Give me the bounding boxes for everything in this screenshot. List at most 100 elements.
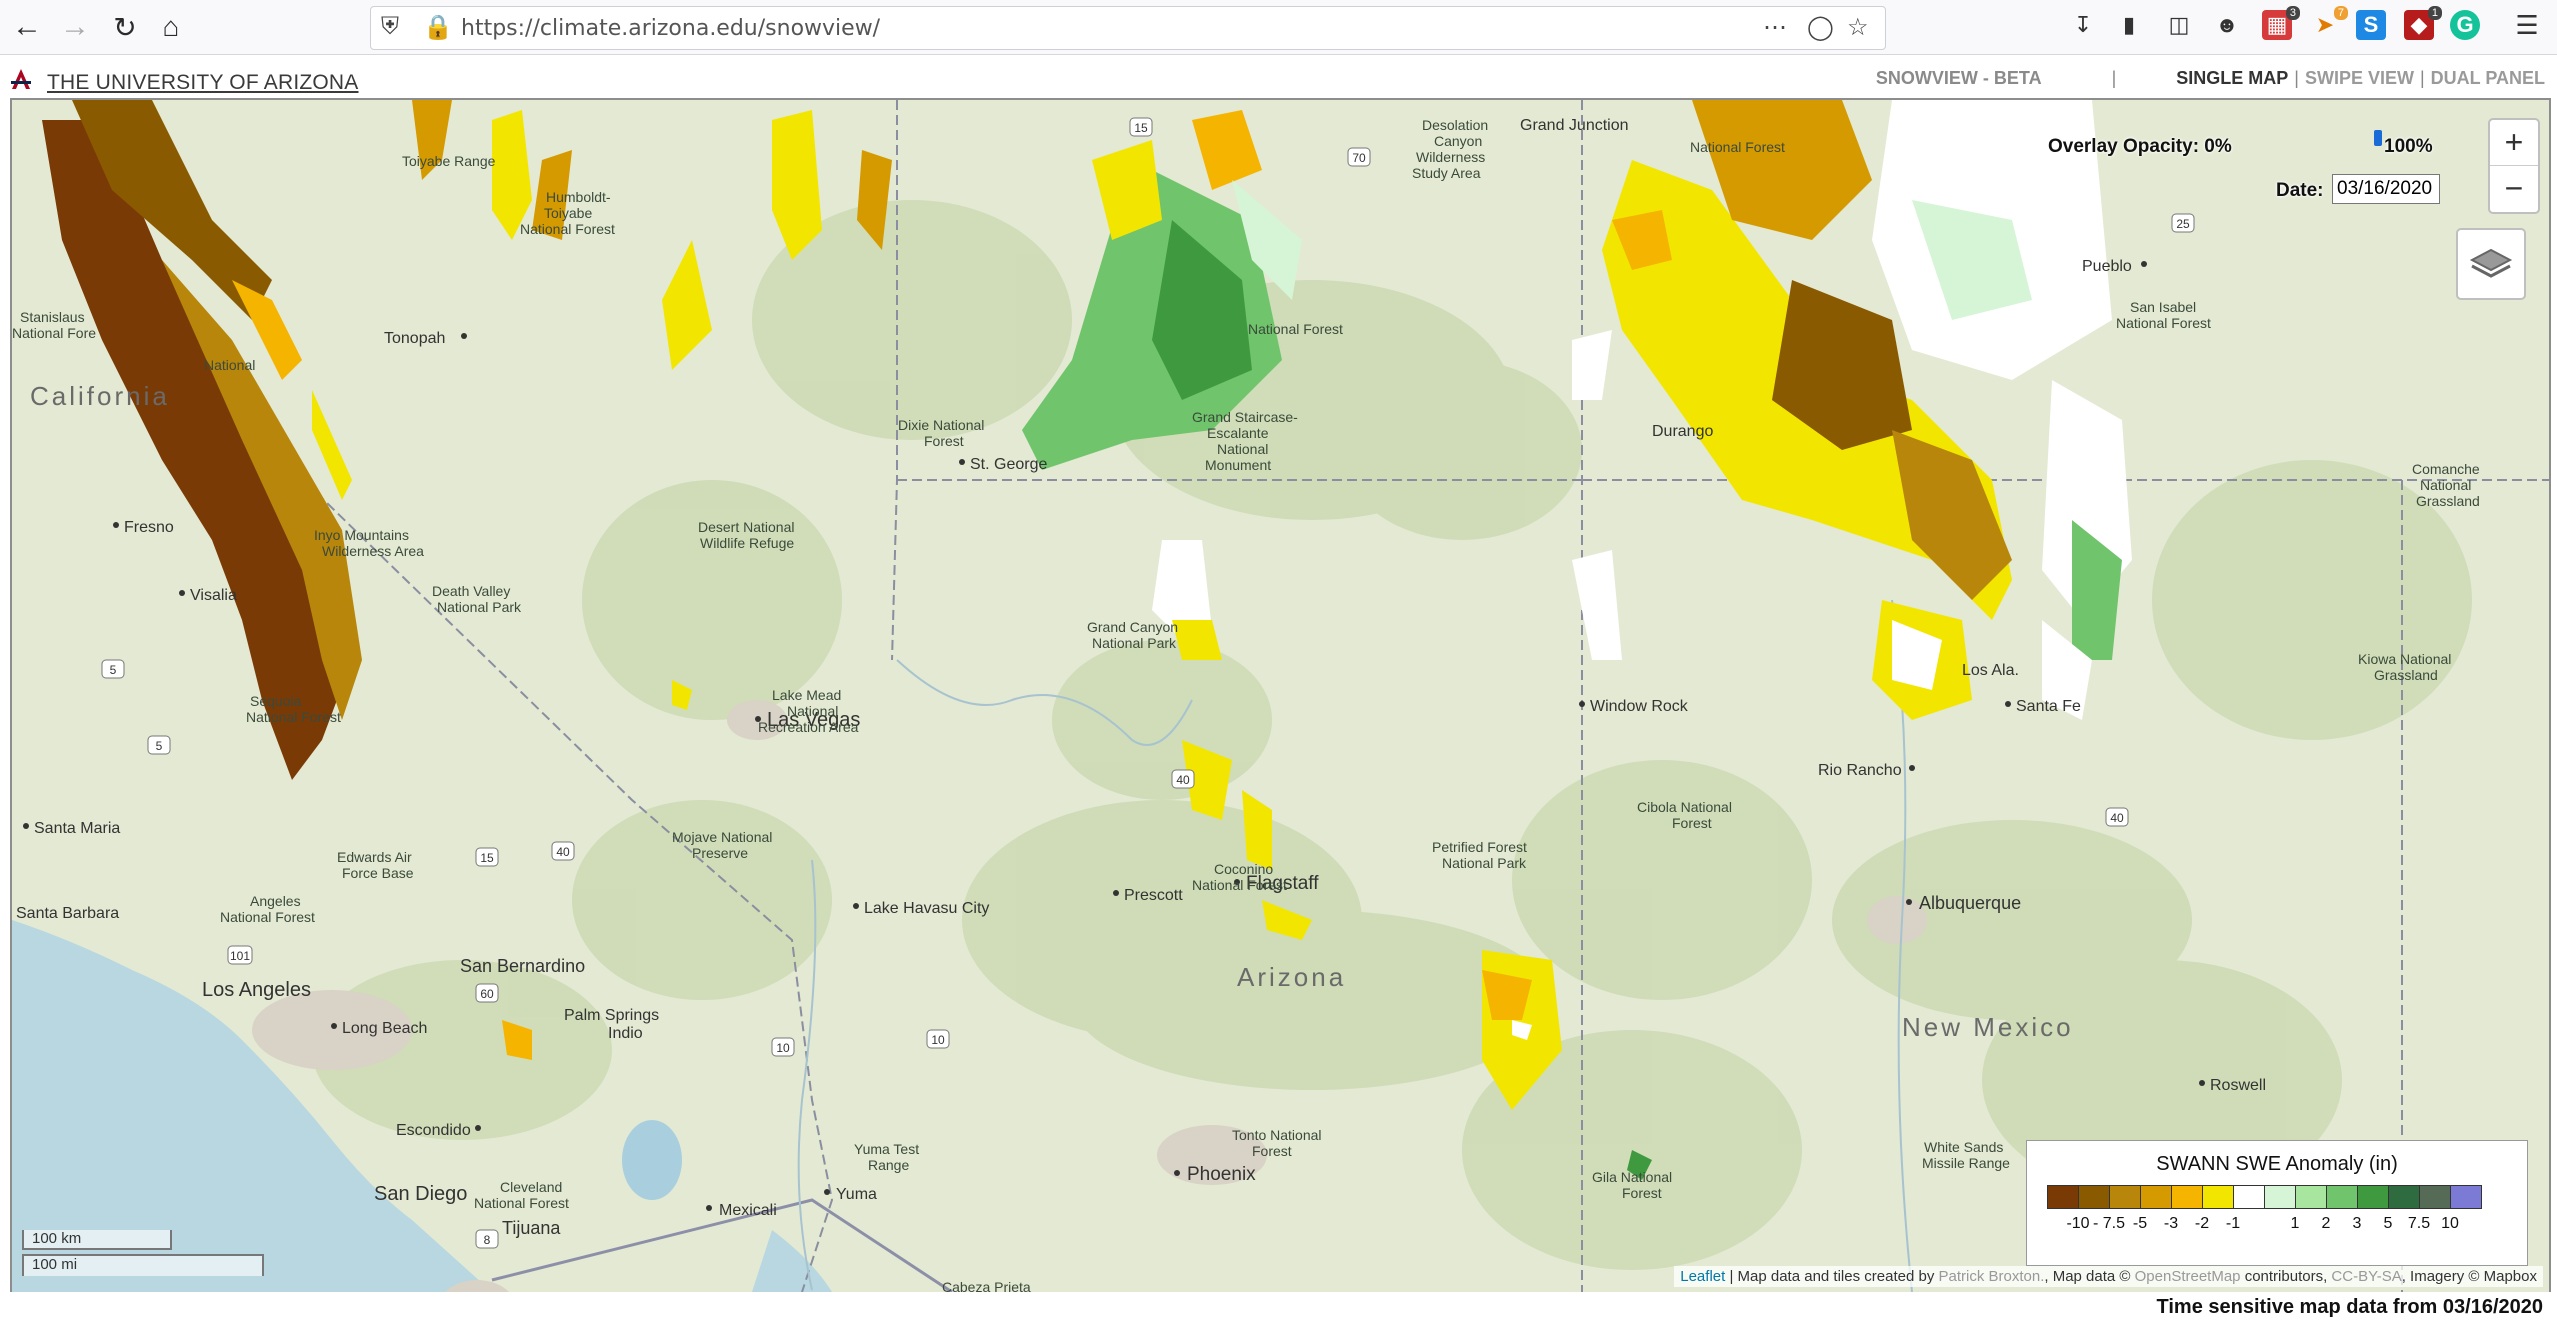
- city-pueblo: Pueblo: [2082, 258, 2132, 275]
- svg-text:National Forest: National Forest: [246, 709, 341, 725]
- menu-icon[interactable]: ☰: [2512, 10, 2542, 40]
- svg-text:Cleveland: Cleveland: [500, 1179, 562, 1195]
- city-santa-barbara: Santa Barbara: [16, 905, 119, 922]
- state-label-california: California: [30, 381, 170, 411]
- svg-text:Grassland: Grassland: [2374, 667, 2438, 683]
- university-logo-icon[interactable]: [10, 67, 32, 91]
- account-icon[interactable]: ☻: [2212, 10, 2242, 40]
- nav-dual-panel[interactable]: DUAL PANEL: [2431, 68, 2545, 88]
- s-extension-icon[interactable]: S: [2356, 10, 2386, 40]
- svg-text:Sequoia: Sequoia: [250, 693, 302, 709]
- svg-text:40: 40: [1176, 773, 1190, 787]
- legend-swatch: [2233, 1185, 2265, 1209]
- pocket-icon[interactable]: ◯: [1807, 13, 1834, 42]
- leaflet-link[interactable]: Leaflet: [1680, 1268, 1725, 1285]
- page-actions-icon[interactable]: ⋯: [1763, 13, 1787, 42]
- extension-badge: 7: [2333, 6, 2348, 20]
- svg-text:70: 70: [1352, 151, 1366, 165]
- svg-text:Gila National: Gila National: [1592, 1169, 1672, 1185]
- bookmark-star-icon[interactable]: ☆: [1847, 13, 1869, 42]
- legend-tick: - 7.5: [2092, 1215, 2126, 1232]
- ublock-icon[interactable]: ◆ 1: [2404, 6, 2442, 40]
- legend-tick: -2: [2194, 1215, 2210, 1232]
- extension-badge: 1: [2427, 6, 2442, 20]
- layers-button[interactable]: [2456, 228, 2526, 300]
- url-bar[interactable]: ⛨ 🔒 https://climate.arizona.edu/snowview…: [370, 6, 1886, 50]
- svg-text:National Park: National Park: [1442, 855, 1527, 871]
- state-label-new-mexico: New Mexico: [1902, 1012, 2074, 1042]
- city-prescott: Prescott: [1124, 887, 1183, 904]
- svg-text:60: 60: [480, 987, 494, 1001]
- zoom-in-button[interactable]: +: [2490, 120, 2538, 166]
- svg-text:8: 8: [484, 1233, 491, 1247]
- svg-text:Study Area: Study Area: [1412, 165, 1481, 181]
- city-rio-rancho: Rio Rancho: [1818, 762, 1902, 779]
- site-title-link[interactable]: THE UNIVERSITY OF ARIZONA: [47, 71, 359, 95]
- svg-text:Comanche: Comanche: [2412, 461, 2480, 477]
- osm-link[interactable]: OpenStreetMap: [2135, 1268, 2241, 1285]
- city-san-bernardino: San Bernardino: [460, 956, 585, 976]
- legend-tick: -5: [2132, 1215, 2148, 1232]
- city-palm-springs: Palm Springs: [564, 1007, 659, 1024]
- legend-tick: -1: [2225, 1215, 2241, 1232]
- layers-icon: [2469, 248, 2513, 278]
- zoom-control: + −: [2488, 118, 2540, 214]
- legend-swatch: [2109, 1185, 2141, 1209]
- legend-swatch: [2295, 1185, 2327, 1209]
- legend-swatch: [2264, 1185, 2296, 1209]
- attribution-text: | Map data and tiles created by: [1725, 1268, 1939, 1285]
- city-yuma: Yuma: [836, 1186, 877, 1203]
- shield-icon[interactable]: ⛨: [381, 13, 399, 41]
- legend-swatch: [2171, 1185, 2203, 1209]
- extension-icon[interactable]: ▦ 3: [2262, 6, 2300, 40]
- legend-swatch: [2357, 1185, 2389, 1209]
- svg-text:National Park: National Park: [437, 599, 522, 615]
- svg-text:Mojave National: Mojave National: [672, 829, 772, 845]
- forward-icon[interactable]: →: [54, 6, 96, 48]
- svg-text:San Isabel: San Isabel: [2130, 299, 2196, 315]
- grammarly-icon[interactable]: G: [2450, 10, 2480, 40]
- city-san-diego: San Diego: [374, 1183, 467, 1205]
- nav-single-map[interactable]: SINGLE MAP: [2176, 68, 2288, 88]
- svg-text:White Sands: White Sands: [1924, 1139, 2003, 1155]
- date-input[interactable]: 03/16/2020: [2332, 174, 2440, 204]
- city-fresno: Fresno: [124, 519, 174, 536]
- svg-text:National: National: [2420, 477, 2471, 493]
- lock-icon[interactable]: 🔒: [423, 13, 453, 42]
- footer-data-date: Time sensitive map data from 03/16/2020: [2156, 1296, 2544, 1318]
- license-link[interactable]: CC-BY-SA: [2331, 1268, 2401, 1285]
- scale-mi: 100 mi: [22, 1254, 264, 1276]
- svg-text:Grand Staircase-: Grand Staircase-: [1192, 409, 1298, 425]
- svg-text:Grassland: Grassland: [2416, 493, 2480, 509]
- legend-tick: -10: [2066, 1215, 2090, 1232]
- svg-text:Cabeza Prieta: Cabeza Prieta: [942, 1279, 1031, 1292]
- city-durango: Durango: [1652, 423, 1713, 440]
- city-roswell: Roswell: [2210, 1077, 2266, 1094]
- downloads-icon[interactable]: ↧: [2068, 10, 2098, 40]
- legend-swatch: [2388, 1185, 2420, 1209]
- zoom-out-button[interactable]: −: [2490, 166, 2538, 211]
- map-canvas[interactable]: California Arizona New Mexico Las Vegas …: [12, 100, 2549, 1292]
- url-text[interactable]: https://climate.arizona.edu/snowview/: [461, 16, 880, 41]
- opacity-slider-handle[interactable]: [2374, 130, 2382, 146]
- back-icon[interactable]: ←: [6, 6, 48, 48]
- sidebar-icon[interactable]: ◫: [2164, 10, 2194, 40]
- library-icon[interactable]: ▮: [2114, 10, 2144, 40]
- overlay-opacity-max: 100%: [2384, 136, 2433, 157]
- svg-text:Range: Range: [868, 1157, 909, 1173]
- svg-text:Wilderness Area: Wilderness Area: [322, 543, 424, 559]
- rocket-extension-icon[interactable]: ➤ 7: [2310, 6, 2348, 40]
- map-viewport[interactable]: California Arizona New Mexico Las Vegas …: [10, 98, 2551, 1294]
- attribution-text: , Map data ©: [2044, 1268, 2135, 1285]
- reload-icon[interactable]: ↻: [104, 6, 146, 48]
- legend-title: SWANN SWE Anomaly (in): [2156, 1153, 2398, 1175]
- svg-text:National Forest: National Forest: [520, 221, 615, 237]
- svg-text:Yuma Test: Yuma Test: [854, 1141, 919, 1157]
- author-link[interactable]: Patrick Broxton.: [1938, 1268, 2044, 1285]
- home-icon[interactable]: ⌂: [150, 6, 192, 48]
- attribution-text: , Imagery © Mapbox: [2401, 1268, 2537, 1285]
- svg-text:Grand Canyon: Grand Canyon: [1087, 619, 1178, 635]
- nav-swipe-view[interactable]: SWIPE VIEW: [2305, 68, 2414, 88]
- state-label-arizona: Arizona: [1237, 962, 1346, 992]
- svg-text:Forest: Forest: [924, 433, 964, 449]
